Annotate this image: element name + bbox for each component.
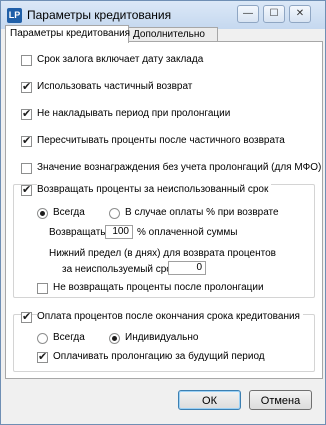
- app-logo-icon: LP: [7, 8, 22, 23]
- no-return-after-prolong-label: Не возвращать проценты после пролонгации: [53, 282, 264, 293]
- lower-limit-input[interactable]: 0: [168, 261, 206, 275]
- partial-return-checkbox[interactable]: [21, 80, 32, 93]
- after-term-individual-radio[interactable]: [109, 333, 120, 344]
- pay-future-label: Оплачивать пролонгацию за будущий период: [53, 351, 265, 362]
- recalc-label: Пересчитывать проценты после частичного …: [37, 135, 285, 146]
- mfo-label: Значение вознаграждения без учета пролон…: [37, 162, 322, 173]
- tab-additional[interactable]: Дополнительно: [128, 27, 218, 42]
- window-title: Параметры кредитования: [27, 8, 172, 22]
- tab-credit-params[interactable]: Параметры кредитования: [5, 25, 130, 43]
- lower-limit-label-2: за неиспользуемый срок: [62, 264, 177, 275]
- return-interest-checkbox[interactable]: [21, 183, 32, 196]
- pledge-date-checkbox[interactable]: [21, 55, 32, 66]
- after-term-always-label: Всегда: [53, 332, 85, 343]
- after-term-always-radio[interactable]: [37, 333, 48, 344]
- return-amount-label: Возвращать: [49, 227, 106, 238]
- no-return-after-prolong-checkbox[interactable]: [37, 283, 48, 294]
- return-interest-label: Возвращать проценты за неиспользованный …: [37, 184, 272, 195]
- return-always-radio[interactable]: [37, 208, 48, 219]
- lower-limit-label-1: Нижний предел (в днях) для возврата проц…: [49, 248, 276, 259]
- tab-panel: Срок залога включает дату заклада Исполь…: [5, 41, 323, 379]
- no-overlay-label: Не накладывать период при пролонгации: [37, 108, 231, 119]
- no-overlay-checkbox[interactable]: [21, 107, 32, 120]
- ok-button[interactable]: ОК: [178, 390, 241, 410]
- return-percent-suffix: % оплаченной суммы: [137, 227, 238, 238]
- after-term-label: Оплата процентов после окончания срока к…: [37, 311, 303, 322]
- after-term-checkbox[interactable]: [21, 310, 32, 323]
- after-term-individual-label: Индивидуально: [125, 332, 199, 343]
- pay-future-checkbox[interactable]: [37, 350, 48, 363]
- close-button[interactable]: ✕: [289, 5, 311, 23]
- pledge-date-label: Срок залога включает дату заклада: [37, 54, 204, 65]
- minimize-button[interactable]: —: [237, 5, 259, 23]
- after-term-group: [13, 314, 315, 372]
- mfo-checkbox[interactable]: [21, 163, 32, 174]
- cancel-button[interactable]: Отмена: [249, 390, 312, 410]
- return-always-label: Всегда: [53, 207, 85, 218]
- return-interest-group: [13, 184, 315, 298]
- partial-return-label: Использовать частичный возврат: [37, 81, 193, 92]
- return-on-payment-radio[interactable]: [109, 208, 120, 219]
- return-on-payment-label: В случае оплаты % при возврате: [125, 207, 279, 218]
- recalc-checkbox[interactable]: [21, 134, 32, 147]
- maximize-button[interactable]: ☐: [263, 5, 285, 23]
- dialog-window: LP Параметры кредитования — ☐ ✕ Параметр…: [0, 0, 326, 425]
- return-percent-input[interactable]: 100: [105, 225, 133, 239]
